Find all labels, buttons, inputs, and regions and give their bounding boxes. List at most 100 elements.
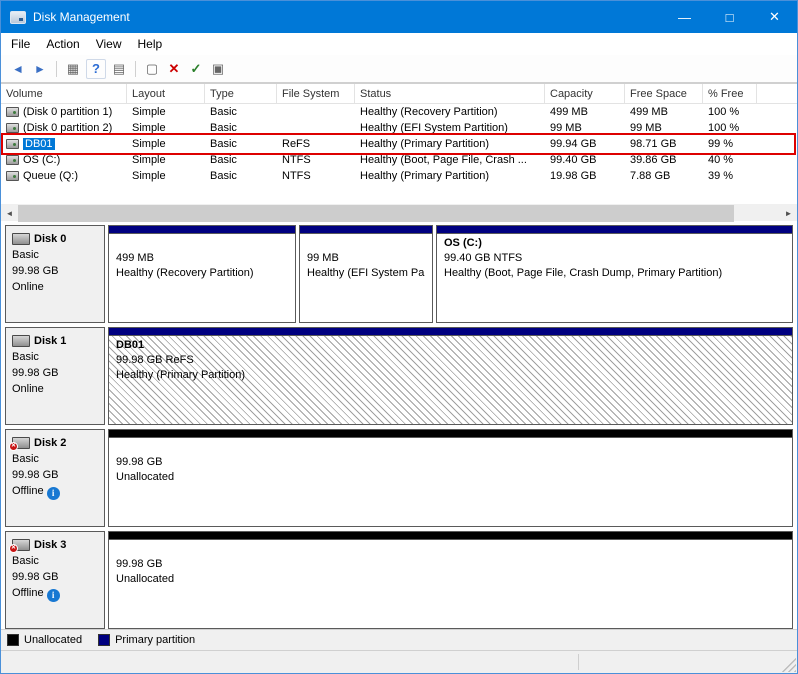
window-title: Disk Management (33, 10, 130, 24)
properties-icon[interactable]: ▢ (141, 58, 163, 80)
maximize-button[interactable]: □ (707, 1, 752, 33)
partition-unallocated[interactable]: 99.98 GB Unallocated (108, 531, 793, 629)
partition-size: 99 MB (307, 251, 425, 266)
menu-help[interactable]: Help (130, 35, 171, 53)
disk-icon-offline: ✕ (12, 539, 30, 551)
volume-name: (Disk 0 partition 2) (23, 122, 112, 134)
info-icon: i (47, 589, 60, 602)
partition-size: 99.98 GB (116, 455, 785, 470)
close-button[interactable]: ✕ (752, 1, 797, 33)
cell-layout: Simple (127, 106, 205, 118)
disk1-header[interactable]: Disk 1 Basic 99.98 GB Online (5, 327, 105, 425)
cell-layout: Simple (127, 154, 205, 166)
partition-size: 99.40 GB NTFS (444, 251, 785, 266)
scroll-right-icon[interactable]: ► (780, 205, 797, 222)
cell-capacity: 99.94 GB (545, 138, 625, 150)
partition-size: 99.98 GB (116, 557, 785, 572)
partition-status: Unallocated (116, 572, 785, 587)
disk0-header[interactable]: Disk 0 Basic 99.98 GB Online (5, 225, 105, 323)
back-icon[interactable]: ◄ (7, 58, 29, 80)
cell-file-system: NTFS (277, 154, 355, 166)
menu-view[interactable]: View (88, 35, 130, 53)
titlebar: Disk Management — □ ✕ (1, 1, 797, 33)
table-row[interactable]: (Disk 0 partition 2) Simple Basic Health… (1, 120, 797, 136)
disk-row-1: Disk 1 Basic 99.98 GB Online DB01 99.98 … (5, 327, 793, 425)
partition-status: Healthy (Boot, Page File, Crash Dump, Pr… (444, 266, 785, 281)
volume-icon (6, 171, 19, 181)
volume-list-header: Volume Layout Type File System Status Ca… (1, 84, 797, 104)
disk-size: 99.98 GB (12, 569, 98, 585)
horizontal-scrollbar[interactable]: ◄ ► (1, 204, 797, 221)
disk-size: 99.98 GB (12, 365, 98, 381)
partition-db01-selected[interactable]: DB01 99.98 GB ReFS Healthy (Primary Part… (108, 327, 793, 425)
disk2-header[interactable]: ✕Disk 2 Basic 99.98 GB Offlinei (5, 429, 105, 527)
volume-name: (Disk 0 partition 1) (23, 106, 112, 118)
disk-type: Basic (12, 451, 98, 467)
disk-management-window: Disk Management — □ ✕ File Action View H… (0, 0, 798, 674)
partition-os-c[interactable]: OS (C:) 99.40 GB NTFS Healthy (Boot, Pag… (436, 225, 793, 323)
toolbar-separator (135, 61, 136, 77)
resize-grip[interactable] (782, 658, 796, 672)
partition-unallocated[interactable]: 99.98 GB Unallocated (108, 429, 793, 527)
column-header-capacity[interactable]: Capacity (545, 84, 625, 104)
partition-band-unallocated (109, 532, 792, 540)
cell-capacity: 499 MB (545, 106, 625, 118)
column-header-free-space[interactable]: Free Space (625, 84, 703, 104)
table-row[interactable]: (Disk 0 partition 1) Simple Basic Health… (1, 104, 797, 120)
column-header-file-system[interactable]: File System (277, 84, 355, 104)
column-header-type[interactable]: Type (205, 84, 277, 104)
help-icon[interactable]: ? (86, 59, 106, 79)
status-divider (578, 654, 579, 670)
partition-status: Healthy (Primary Partition) (116, 368, 785, 383)
partition-band (109, 226, 295, 234)
menu-file[interactable]: File (3, 35, 38, 53)
forward-icon[interactable]: ► (29, 58, 51, 80)
disk-name: Disk 2 (34, 435, 66, 451)
scroll-left-icon[interactable]: ◄ (1, 205, 18, 222)
table-row-selected[interactable]: DB01 Simple Basic ReFS Healthy (Primary … (1, 136, 797, 152)
volume-icon (6, 107, 19, 117)
table-row[interactable]: OS (C:) Simple Basic NTFS Healthy (Boot,… (1, 152, 797, 168)
partition-efi[interactable]: 99 MB Healthy (EFI System Pa (299, 225, 433, 323)
table-row[interactable]: Queue (Q:) Simple Basic NTFS Healthy (Pr… (1, 168, 797, 184)
check-icon[interactable]: ✓ (185, 58, 207, 80)
partition-status: Unallocated (116, 470, 785, 485)
disk-status: Offlinei (12, 585, 98, 602)
delete-volume-icon[interactable]: ✕ (163, 58, 185, 80)
disk-icon (12, 335, 30, 347)
disk-name: Disk 0 (34, 231, 66, 247)
scrollbar-thumb[interactable] (18, 205, 734, 222)
legend-item-unallocated: Unallocated (7, 634, 82, 646)
column-header-layout[interactable]: Layout (127, 84, 205, 104)
cell-layout: Simple (127, 138, 205, 150)
disk-size: 99.98 GB (12, 263, 98, 279)
primary-partition-swatch-icon (98, 634, 110, 646)
partition-size: 99.98 GB ReFS (116, 353, 785, 368)
cell-layout: Simple (127, 122, 205, 134)
unallocated-swatch-icon (7, 634, 19, 646)
cell-free-space: 499 MB (625, 106, 703, 118)
cell-free-space: 7.88 GB (625, 170, 703, 182)
partition-band (437, 226, 792, 234)
cell-status: Healthy (Boot, Page File, Crash ... (355, 154, 545, 166)
cell-file-system: ReFS (277, 138, 355, 150)
volume-list: Volume Layout Type File System Status Ca… (1, 83, 797, 204)
legend: Unallocated Primary partition (1, 629, 797, 650)
minimize-button[interactable]: — (662, 1, 707, 33)
disk3-header[interactable]: ✕Disk 3 Basic 99.98 GB Offlinei (5, 531, 105, 629)
cell-type: Basic (205, 154, 277, 166)
cell-file-system: NTFS (277, 170, 355, 182)
legend-item-primary-partition: Primary partition (98, 634, 195, 646)
partition-recovery[interactable]: 499 MB Healthy (Recovery Partition) (108, 225, 296, 323)
column-header-status[interactable]: Status (355, 84, 545, 104)
menu-action[interactable]: Action (38, 35, 87, 53)
cell-free-space: 98.71 GB (625, 138, 703, 150)
action-pane-icon[interactable]: ▤ (108, 58, 130, 80)
disk-type: Basic (12, 553, 98, 569)
column-header-volume[interactable]: Volume (1, 84, 127, 104)
panel-icon[interactable]: ▣ (207, 58, 229, 80)
console-tree-icon[interactable]: ▦ (62, 58, 84, 80)
disk-type: Basic (12, 349, 98, 365)
column-header-pct-free[interactable]: % Free (703, 84, 757, 104)
partition-status: Healthy (EFI System Pa (307, 266, 425, 281)
